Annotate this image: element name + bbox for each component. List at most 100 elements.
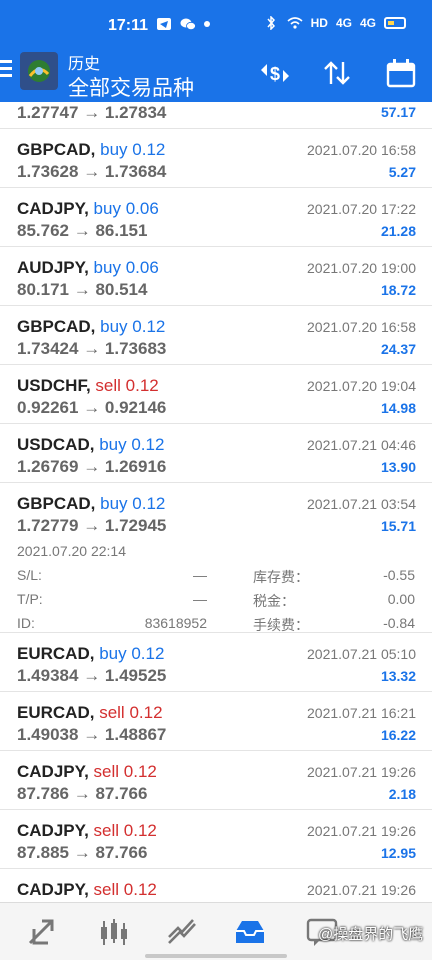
signal-1: 4G [335, 16, 352, 30]
bottom-navigation: @操盘界的飞鹰 [0, 902, 432, 960]
svg-text:$: $ [270, 64, 280, 84]
trade-row[interactable]: CADJPY, buy 0.06 85.762 → 86.151 2021.07… [0, 188, 432, 247]
trade-row[interactable]: CADJPY, sell 0.12 87.786 → 87.766 2021.0… [0, 751, 432, 810]
trade-symbol-line: AUDJPY, buy 0.06 [17, 258, 159, 277]
price-range: 1.49384 → 1.49525 [17, 666, 167, 685]
nav-quotes[interactable] [24, 915, 60, 949]
trade-time: 2021.07.21 03:54 [307, 496, 416, 512]
trade-profit: 16.22 [380, 727, 416, 743]
trade-row[interactable]: GBPCAD, buy 0.12 1.73424 → 1.73683 2021.… [0, 306, 432, 365]
wechat-icon [180, 18, 196, 31]
trade-row[interactable]: EURCAD, buy 0.12 1.49384 → 1.49525 2021.… [0, 633, 432, 692]
trade-history-list[interactable]: 1.27747 → 1.27834 57.17 GBPCAD, buy 0.12… [0, 102, 432, 902]
network-type: HD [310, 16, 328, 30]
tax-label: 税金： [253, 593, 295, 609]
trade-time: 2021.07.21 19:26 [307, 764, 416, 780]
trade-profit: 13.90 [380, 459, 416, 475]
sl-value: — [193, 567, 207, 583]
calendar-button[interactable] [384, 56, 418, 90]
signal-2: 4G [359, 16, 376, 30]
quotes-icon [28, 919, 54, 945]
nav-chart[interactable] [96, 915, 132, 949]
trade-row[interactable]: AUDJPY, buy 0.06 80.171 → 80.514 2021.07… [0, 247, 432, 306]
trade-row[interactable]: CADJPY, sell 0.12 87.885 → 87.766 2021.0… [0, 810, 432, 869]
app-header: 历史 全部交易品种 $ [0, 46, 432, 102]
calendar-icon [386, 59, 416, 88]
trade-symbol-line: GBPCAD, buy 0.12 [17, 494, 166, 513]
price-range: 1.73628 → 1.73684 [17, 162, 167, 181]
notification-icons [156, 17, 210, 31]
detail-row-sl: S/L: — 库存费： -0.55 [17, 567, 415, 587]
status-bar: 17:11 HD 4G 4G [0, 0, 432, 46]
trade-time: 2021.07.20 19:00 [307, 260, 416, 276]
dot-icon [204, 21, 210, 27]
price-range: 1.26769 → 1.26916 [17, 457, 167, 476]
watermark: @操盘界的飞鹰 [318, 926, 424, 943]
nav-trade[interactable] [164, 915, 200, 949]
deposit-button[interactable]: $ [258, 56, 292, 90]
battery-icon [384, 17, 406, 29]
swap-label: 库存费： [253, 569, 309, 585]
home-indicator [145, 954, 287, 958]
header-title[interactable]: 全部交易品种 [68, 72, 194, 102]
trade-symbol-line: USDCAD, buy 0.12 [17, 435, 165, 454]
detail-row-id: ID: 83618952 手续费： -0.84 [17, 615, 415, 635]
trade-symbol-line: EURCAD, sell 0.12 [17, 703, 163, 722]
trade-time: 2021.07.20 17:22 [307, 201, 416, 217]
trade-time: 2021.07.21 16:21 [307, 705, 416, 721]
tax-value: 0.00 [387, 591, 415, 607]
id-label: ID: [17, 615, 35, 631]
trade-profit: 13.32 [380, 668, 416, 684]
trade-time: 2021.07.21 05:10 [307, 646, 416, 662]
sl-label: S/L: [17, 567, 42, 583]
commission-value: -0.84 [383, 615, 415, 631]
telegram-icon [157, 18, 171, 30]
price-range: 87.786 → 87.766 [17, 784, 148, 803]
bluetooth-icon [267, 16, 275, 30]
sort-button[interactable] [320, 56, 354, 90]
status-time: 17:11 [108, 17, 149, 34]
trade-row[interactable]: EURCAD, sell 0.12 1.49038 → 1.48867 2021… [0, 692, 432, 751]
wifi-icon [287, 17, 303, 29]
trade-profit: 15.71 [380, 518, 416, 534]
trade-profit: 12.95 [380, 845, 416, 861]
trade-row[interactable]: 1.27747 → 1.27834 57.17 [0, 102, 432, 129]
trade-row[interactable]: GBPCAD, buy 0.12 1.73628 → 1.73684 2021.… [0, 129, 432, 188]
trade-time: 2021.07.21 04:46 [307, 437, 416, 453]
trade-profit: 2.18 [388, 786, 416, 802]
trade-time: 2021.07.21 19:26 [307, 823, 416, 839]
trade-time: 2021.07.20 16:58 [307, 142, 416, 158]
price-range: 1.49038 → 1.48867 [17, 725, 167, 744]
price-range: 0.92261 → 0.92146 [17, 398, 167, 417]
trade-time: 2021.07.20 19:04 [307, 378, 416, 394]
trade-row-expanded[interactable]: GBPCAD, buy 0.12 1.72779 → 1.72945 2021.… [0, 483, 432, 633]
open-time: 2021.07.20 22:14 [17, 543, 126, 559]
swap-value: -0.55 [383, 567, 415, 583]
chart-icon [101, 919, 127, 945]
price-range: 85.762 → 86.151 [17, 221, 148, 240]
price-range: 87.885 → 87.766 [17, 843, 148, 862]
detail-row-tp: T/P: — 税金： 0.00 [17, 591, 415, 611]
trade-symbol-line: CADJPY, sell 0.12 [17, 880, 157, 899]
trade-row[interactable]: CADJPY, sell 0.12 2021.07.21 19:26 [0, 869, 432, 902]
commission-label: 手续费： [253, 617, 309, 633]
trade-time: 2021.07.21 19:26 [307, 882, 416, 898]
tp-label: T/P: [17, 591, 43, 607]
price-range: 1.27747 → 1.27834 [17, 103, 167, 122]
price-range: 80.171 → 80.514 [17, 280, 148, 299]
trade-row[interactable]: USDCAD, buy 0.12 1.26769 → 1.26916 2021.… [0, 424, 432, 483]
nav-history[interactable] [232, 915, 268, 949]
dollar-swap-icon: $ [261, 64, 289, 84]
trade-symbol-line: EURCAD, buy 0.12 [17, 644, 165, 663]
trade-symbol-line: CADJPY, buy 0.06 [17, 199, 159, 218]
menu-icon[interactable] [0, 60, 14, 80]
price-range: 1.73424 → 1.73683 [17, 339, 167, 358]
trade-row[interactable]: USDCHF, sell 0.12 0.92261 → 0.92146 2021… [0, 365, 432, 424]
trade-symbol-line: CADJPY, sell 0.12 [17, 821, 157, 840]
trade-symbol-line: CADJPY, sell 0.12 [17, 762, 157, 781]
header-subtitle: 历史 [68, 56, 101, 73]
trade-symbol-line: GBPCAD, buy 0.12 [17, 317, 166, 336]
tp-value: — [193, 591, 207, 607]
trade-profit: 24.37 [380, 341, 416, 357]
trade-profit: 14.98 [380, 400, 416, 416]
